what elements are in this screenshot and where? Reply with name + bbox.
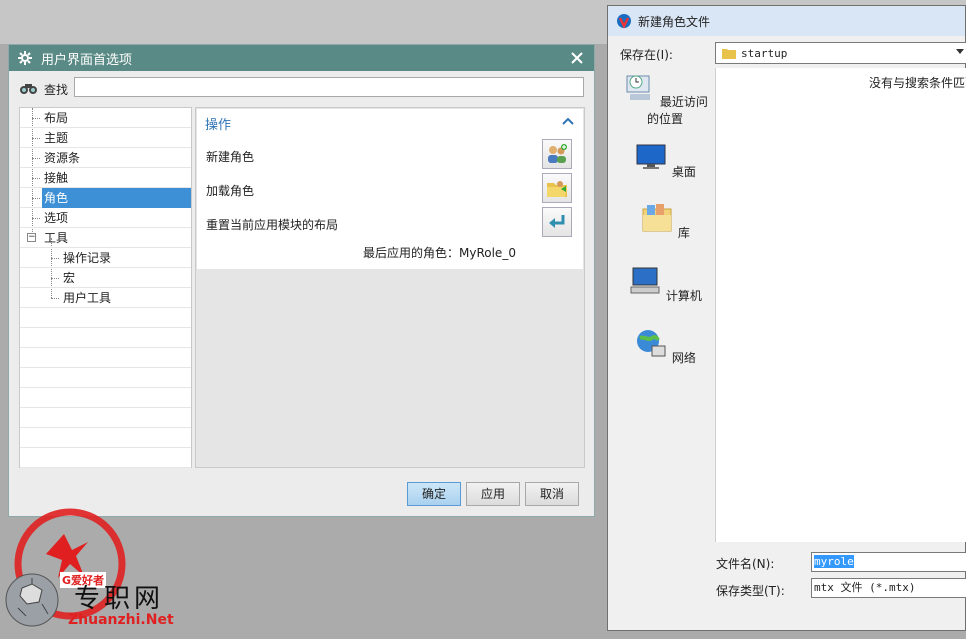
app-logo-icon [617,14,631,29]
preferences-dialog: 用户界面首选项 查找 布局 主题 资源条 接触 角色 选项 − 工具 操作记录 宏… [8,44,595,517]
file-list[interactable]: 没有与搜索条件匹配的项。 [715,68,966,542]
save-in-value: startup [741,46,788,60]
cancel-button[interactable]: 取消 [525,482,579,506]
tree-item-layout[interactable]: 布局 [20,108,191,128]
place-computer[interactable]: 计算机 [622,264,708,304]
save-dialog-title-bar: 新建角色文件 [608,6,965,36]
tree-empty-row [20,308,191,328]
last-applied-role: 最后应用的角色：MyRole_0 [363,246,516,260]
save-in-dropdown[interactable]: startup [715,42,966,64]
return-arrow-icon [549,215,565,228]
tree-item-theme[interactable]: 主题 [20,128,191,148]
place-network[interactable]: 网络 [622,326,708,366]
gear-icon [17,50,33,66]
load-role-button[interactable] [542,173,572,203]
close-icon[interactable] [568,49,586,67]
tree-item-macro[interactable]: 宏 [20,268,191,288]
watermark: G爱好者 专职网 Zhuanzhi.Net [4,508,204,636]
filetype-label: 保存类型(T): [716,584,785,598]
preferences-title-bar: 用户界面首选项 [9,45,594,71]
filetype-select[interactable]: mtx 文件 (*.mtx) [811,578,966,598]
filename-input[interactable]: myrole [811,552,966,572]
tree-empty-row [20,368,191,388]
tree-empty-row [20,408,191,428]
folder-open-icon [547,181,567,197]
tree-item-touch[interactable]: 接触 [20,168,191,188]
empty-message: 没有与搜索条件匹配的项。 [869,76,966,90]
new-role-file-dialog: 新建角色文件 保存在(I): startup 最近访问的位置 桌面 库 计算机 … [607,5,966,631]
binoculars-icon [19,81,41,98]
tree-empty-row [20,448,191,468]
tree-item-user-tools[interactable]: 用户工具 [20,288,191,308]
tree-item-roles[interactable]: 角色 [20,188,191,208]
dialog-title: 用户界面首选项 [41,52,133,68]
section-title: 操作 [205,118,232,133]
watermark-text: 专职网 [74,584,165,614]
reset-layout-button[interactable] [542,207,572,237]
collapse-toggle-icon[interactable]: − [27,233,36,242]
watermark-url: Zhuanzhi.Net [68,612,174,628]
save-dialog-title: 新建角色文件 [638,14,711,29]
libraries-icon [642,204,672,232]
ok-button[interactable]: 确定 [407,482,461,506]
computer-icon [630,267,660,294]
apply-button[interactable]: 应用 [466,482,520,506]
tree-empty-row [20,328,191,348]
settings-panel: 操作 新建角色 加载角色 重置当前应用模块的布局 最后应用的角色：MyRole_… [195,107,585,468]
operations-card: 操作 新建角色 加载角色 重置当前应用模块的布局 最后应用的角色：MyRole_… [197,109,583,269]
search-input[interactable] [74,77,584,97]
place-libraries[interactable]: 库 [622,201,708,241]
tree-item-options[interactable]: 选项 [20,208,191,228]
filename-value: myrole [814,555,854,568]
recent-places-icon [626,75,651,100]
new-role-button[interactable] [542,139,572,169]
chevron-up-icon[interactable] [561,114,575,128]
load-role-label: 加载角色 [206,184,255,198]
save-in-label: 保存在(I): [620,48,673,62]
tree-item-journal[interactable]: 操作记录 [20,248,191,268]
place-recent[interactable]: 最近访问的位置 [622,70,708,127]
new-role-label: 新建角色 [206,150,255,164]
tree-item-tools[interactable]: − 工具 [20,228,191,248]
folder-icon [722,48,736,59]
tree-empty-row [20,348,191,368]
desktop-icon [636,144,666,169]
network-globe-icon [637,330,666,357]
search-label: 查找 [44,82,69,97]
place-desktop[interactable]: 桌面 [622,140,708,180]
search-row: 查找 [19,78,68,100]
tree-empty-row [20,428,191,448]
tree-empty-row [20,388,191,408]
filename-label: 文件名(N): [716,557,775,571]
reset-layout-label: 重置当前应用模块的布局 [206,218,339,232]
category-tree: 布局 主题 资源条 接触 角色 选项 − 工具 操作记录 宏 用户工具 [19,107,192,468]
dropdown-arrow-icon[interactable] [956,49,964,54]
tree-item-resource-bar[interactable]: 资源条 [20,148,191,168]
people-add-icon [548,144,567,163]
